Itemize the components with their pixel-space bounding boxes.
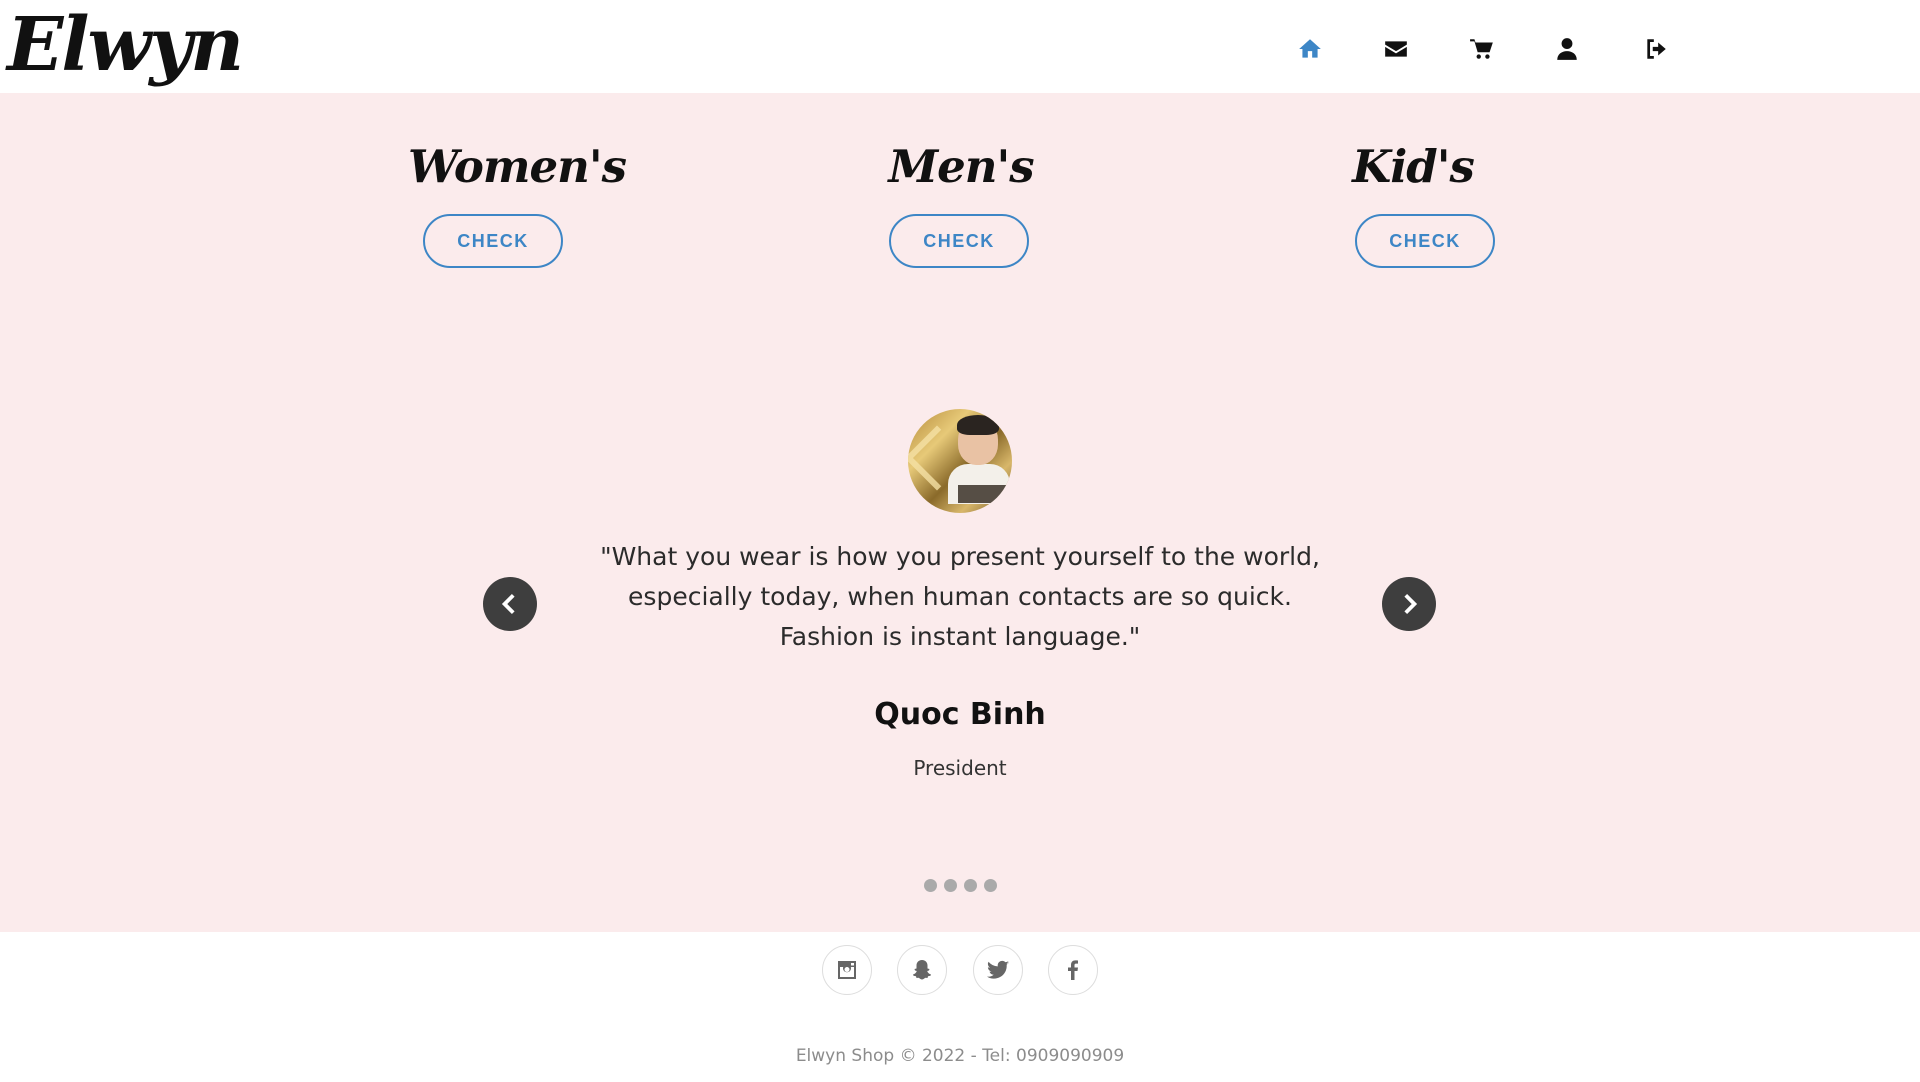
category-title: Kid's <box>1352 140 1475 193</box>
user-icon[interactable] <box>1552 34 1582 64</box>
envelope-icon[interactable] <box>1381 34 1411 64</box>
category-mens: Men's <box>861 137 1061 197</box>
carousel-dot[interactable] <box>924 879 937 892</box>
instagram-icon <box>838 961 856 979</box>
category-title: Men's <box>888 140 1034 193</box>
category-title: Women's <box>408 140 627 193</box>
carousel-dot[interactable] <box>964 879 977 892</box>
cart-icon[interactable] <box>1467 34 1497 64</box>
category-womens: Women's <box>408 137 627 197</box>
twitter-link[interactable] <box>973 945 1023 995</box>
check-mens-button[interactable]: CHECK <box>889 214 1029 268</box>
twitter-icon <box>987 960 1009 979</box>
testimonial-name: Quoc Binh <box>874 697 1046 732</box>
check-kids-button[interactable]: CHECK <box>1355 214 1495 268</box>
facebook-link[interactable] <box>1048 945 1098 995</box>
check-womens-button[interactable]: CHECK <box>423 214 563 268</box>
carousel-next-button[interactable] <box>1382 577 1436 631</box>
instagram-link[interactable] <box>822 945 872 995</box>
footer-copyright: Elwyn Shop © 2022 - Tel: 0909090909 <box>795 1046 1125 1066</box>
snapchat-link[interactable] <box>897 945 947 995</box>
facebook-icon <box>1068 960 1078 980</box>
testimonial-role: President <box>913 756 1007 780</box>
carousel-dot[interactable] <box>984 879 997 892</box>
testimonial-quote: "What you wear is how you present yourse… <box>600 542 1320 651</box>
chevron-right-icon <box>1404 593 1418 615</box>
site-header: Elwyn <box>0 0 1920 93</box>
testimonial-avatar <box>908 409 1012 513</box>
brand-logo[interactable]: Elwyn <box>7 0 244 90</box>
chevron-left-icon <box>501 593 515 615</box>
snapchat-icon <box>913 960 931 980</box>
carousel-prev-button[interactable] <box>483 577 537 631</box>
category-kids: Kid's <box>1313 137 1513 197</box>
carousel-dot[interactable] <box>944 879 957 892</box>
home-icon[interactable] <box>1295 34 1325 64</box>
sign-out-icon[interactable] <box>1641 34 1671 64</box>
